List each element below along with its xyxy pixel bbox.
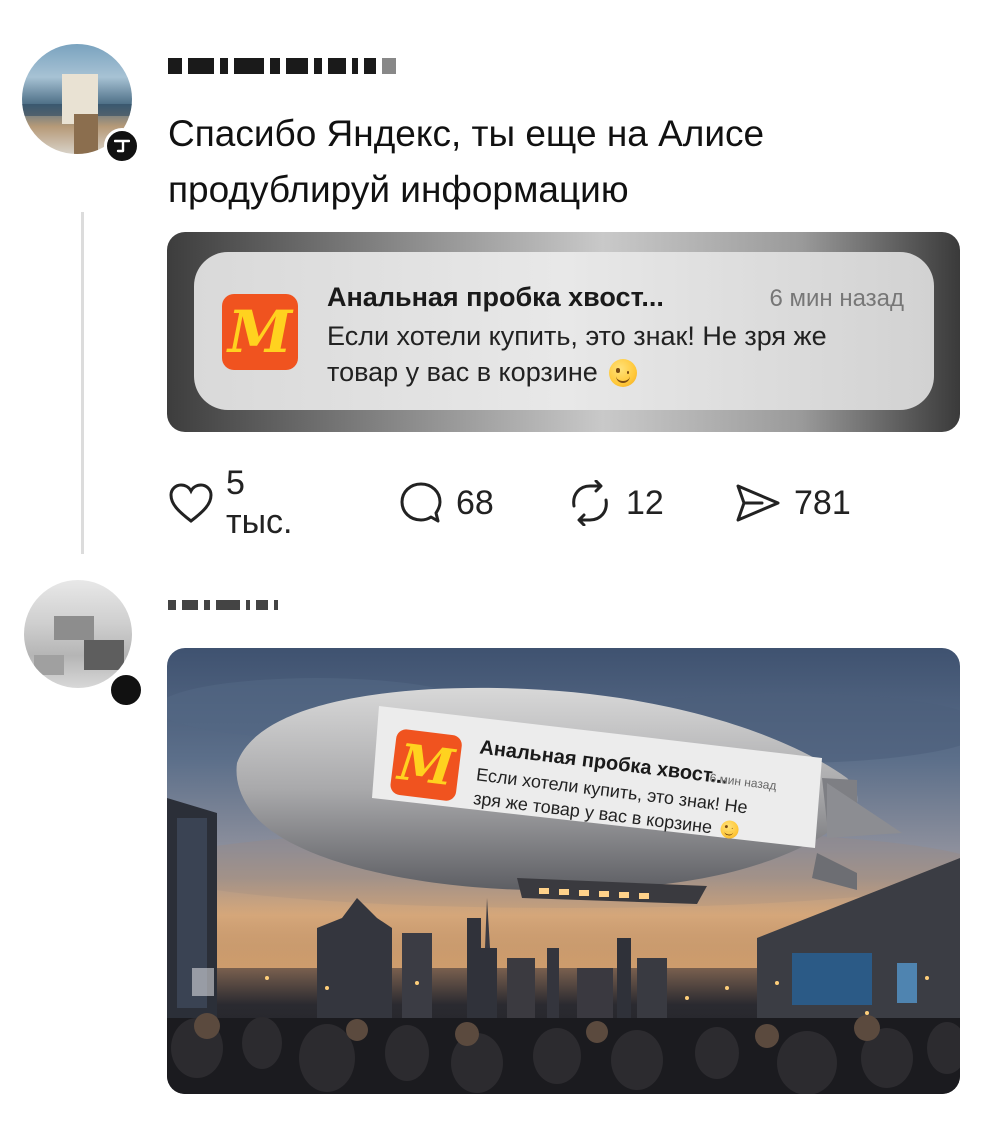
sign-time: 6 мин назад xyxy=(708,770,778,793)
views-count: 781 xyxy=(794,483,851,522)
author-badge-icon xyxy=(104,128,140,164)
views-button[interactable]: 781 xyxy=(734,478,851,528)
winking-face-icon xyxy=(609,359,638,387)
notification-title: Анальная пробка хвост... xyxy=(327,282,664,312)
reply-author-name-redacted[interactable] xyxy=(168,600,284,616)
like-count: 5 тыс. xyxy=(226,464,293,541)
marketplace-app-icon: M xyxy=(222,294,298,370)
comment-button[interactable]: 68 xyxy=(398,478,494,528)
reply-author-avatar[interactable] xyxy=(24,580,132,688)
reply-author-badge-icon xyxy=(108,672,144,708)
like-button[interactable]: 5 тыс. xyxy=(168,464,292,541)
notification-body: Если хотели купить, это знак! Не зря же … xyxy=(327,321,827,387)
heart-icon xyxy=(168,482,214,524)
reply-image[interactable]: M Анальная пробка хвост... 6 мин назад Е… xyxy=(167,648,960,1094)
comment-icon xyxy=(398,480,444,526)
post-text: Спасибо Яндекс, ты еще на Алисе продубли… xyxy=(168,113,765,210)
repost-count: 12 xyxy=(626,483,664,522)
winking-face-icon xyxy=(719,819,740,840)
views-icon xyxy=(734,482,782,524)
notification-body-wrap: Если хотели купить, это знак! Не зря же … xyxy=(327,318,887,390)
attached-screenshot[interactable]: M Анальная пробка хвост... 6 мин назад Е… xyxy=(167,232,960,432)
blimp-scene-illustration xyxy=(167,678,960,1094)
marketplace-app-icon: M xyxy=(389,728,463,802)
repost-button[interactable]: 12 xyxy=(566,478,664,528)
author-name-redacted[interactable] xyxy=(168,58,402,74)
notification-time: 6 мин назад xyxy=(769,285,904,312)
repost-icon xyxy=(566,480,614,526)
comment-count: 68 xyxy=(456,483,494,522)
notification-toast: M Анальная пробка хвост... 6 мин назад Е… xyxy=(194,252,934,410)
thread-line xyxy=(81,212,84,554)
